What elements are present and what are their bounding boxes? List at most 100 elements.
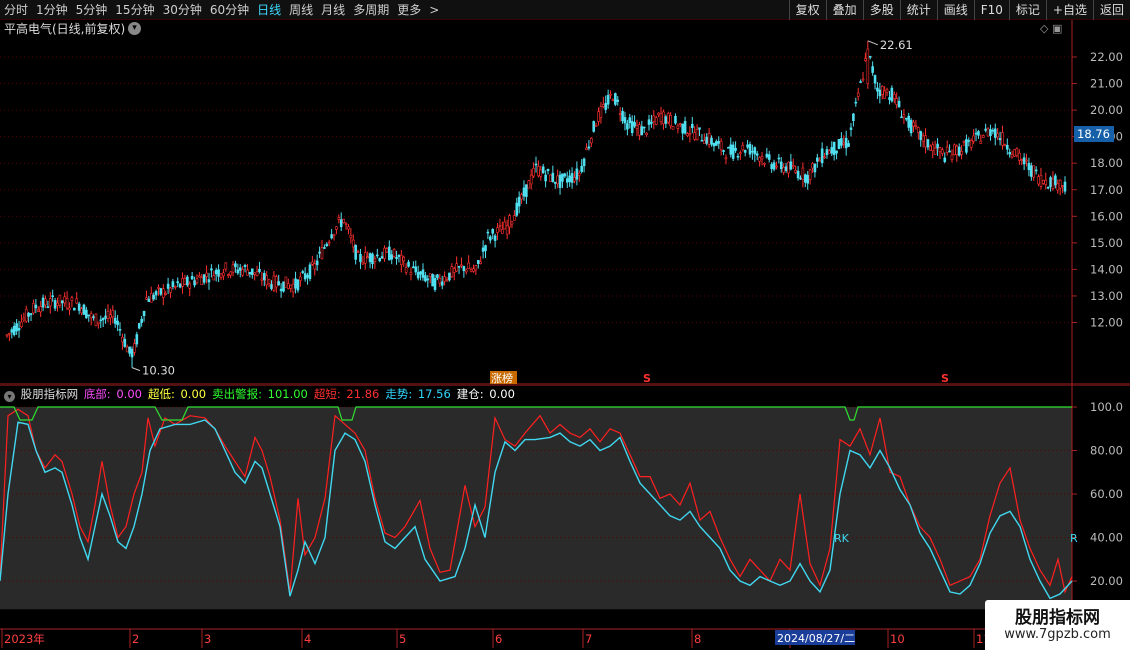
tool-button-7[interactable]: +自选 <box>1045 0 1093 20</box>
candle-body <box>457 266 461 268</box>
price-tick-label: 15.00 <box>1090 236 1123 250</box>
candle-body <box>623 117 627 124</box>
low-pointer <box>131 367 141 372</box>
candle-body <box>426 278 430 281</box>
candle-body <box>840 138 843 146</box>
candle-body <box>717 141 721 144</box>
candle-body <box>479 261 482 264</box>
candle-body <box>957 146 961 156</box>
period-tab-3[interactable]: 15分钟 <box>111 0 158 20</box>
candle-body <box>176 281 180 284</box>
candle-body <box>8 332 11 335</box>
candle-body <box>647 119 651 125</box>
candle-body <box>825 149 829 156</box>
period-tab-7[interactable]: 周线 <box>285 0 317 20</box>
candle-body <box>820 148 824 164</box>
chevron-down-icon[interactable]: ▾ <box>128 22 141 35</box>
candle-body <box>282 281 285 292</box>
candle-body <box>58 294 62 306</box>
tool-button-6[interactable]: 标记 <box>1008 0 1046 20</box>
candle-body <box>602 104 605 107</box>
period-tab-10[interactable]: 更多 <box>393 0 425 20</box>
candle-body <box>650 121 653 124</box>
indicator-value-4: 17.56 <box>414 387 451 401</box>
candle-body <box>736 155 740 158</box>
high-pointer <box>867 40 879 46</box>
period-tab-4[interactable]: 30分钟 <box>159 0 206 20</box>
indicator-chart[interactable]: 100.0 80.00 60.00 40.00 20.00 RK R <box>0 385 1130 628</box>
candle-body <box>202 274 206 283</box>
candle-body <box>1051 178 1055 189</box>
candle-body <box>614 93 617 105</box>
candle-body <box>796 170 800 179</box>
indicator-name[interactable]: 股朋指标网 <box>21 387 79 401</box>
stock-title: 平高电气(日线,前复权) <box>4 22 126 36</box>
period-tab-0[interactable]: 分时 <box>0 0 32 20</box>
indicator-tick-label: 40.00 <box>1090 531 1123 545</box>
period-tab-9[interactable]: 多周期 <box>349 0 393 20</box>
candle-body <box>438 277 442 284</box>
candle-body <box>1049 177 1052 187</box>
candle-body <box>892 93 896 99</box>
candle-body <box>835 150 838 154</box>
candle-body <box>12 325 16 335</box>
candle-body <box>880 86 884 95</box>
price-tick-label: 17.00 <box>1090 183 1123 197</box>
candle-body <box>135 334 139 345</box>
period-tab-2[interactable]: 5分钟 <box>72 0 112 20</box>
candle-body <box>618 113 622 115</box>
candle-body <box>830 147 834 154</box>
tool-button-0[interactable]: 复权 <box>788 0 826 20</box>
candle-body <box>17 328 21 331</box>
candle-body <box>904 117 908 120</box>
candle-body <box>200 277 204 285</box>
candle-body <box>210 268 213 271</box>
candle-body <box>582 158 586 167</box>
period-tab-8[interactable]: 月线 <box>317 0 349 20</box>
tool-button-3[interactable]: 统计 <box>899 0 937 20</box>
candle-body <box>621 110 624 122</box>
candle-body <box>686 133 689 136</box>
tool-button-5[interactable]: F10 <box>973 0 1009 20</box>
candle-body <box>137 323 141 329</box>
candlestick-chart[interactable]: 22.0021.0020.0019.0018.0017.0016.0015.00… <box>0 20 1130 385</box>
chevron-right-icon[interactable]: > <box>425 0 443 20</box>
candle-body <box>948 150 951 153</box>
candle-body <box>1008 152 1011 155</box>
candle-body <box>823 156 826 159</box>
tool-button-8[interactable]: 返回 <box>1092 0 1130 20</box>
candle-body <box>68 307 71 311</box>
candle-body <box>715 141 718 146</box>
candle-body <box>125 346 129 353</box>
tool-button-4[interactable]: 画线 <box>936 0 974 20</box>
candle-body <box>864 58 867 61</box>
candle-body <box>977 131 980 136</box>
candle-body <box>472 268 475 272</box>
period-tabs: 分时 1分钟 5分钟 15分钟 30分钟 60分钟 日线 周线 月线 多周期 更多 > <box>0 0 443 20</box>
candle-body <box>354 244 357 260</box>
layout-icon[interactable]: ▣ <box>1052 22 1062 35</box>
period-tab-1[interactable]: 1分钟 <box>32 0 72 20</box>
candle-body <box>123 338 127 347</box>
candle-body <box>133 343 136 353</box>
month-label: 4 <box>304 632 311 646</box>
period-tab-5[interactable]: 60分钟 <box>206 0 253 20</box>
chevron-down-icon[interactable]: ▾ <box>4 391 15 402</box>
candle-body <box>876 87 879 92</box>
candle-body <box>604 103 608 110</box>
candle-body <box>847 143 850 147</box>
candle-body <box>981 135 985 138</box>
tool-button-2[interactable]: 多股 <box>862 0 900 20</box>
candle-body <box>1003 144 1007 147</box>
candle-body <box>335 226 338 230</box>
candle-body <box>351 239 355 248</box>
period-tab-6[interactable]: 日线 <box>253 0 285 20</box>
candle-body <box>563 173 567 177</box>
candle-body <box>363 252 367 264</box>
tool-button-1[interactable]: 叠加 <box>825 0 863 20</box>
chart-option-icons[interactable]: ◇ ▣ <box>1040 22 1062 35</box>
candle-body <box>984 128 987 131</box>
candle-body <box>789 161 793 170</box>
candle-body <box>597 111 600 122</box>
diamond-icon[interactable]: ◇ <box>1040 22 1048 35</box>
